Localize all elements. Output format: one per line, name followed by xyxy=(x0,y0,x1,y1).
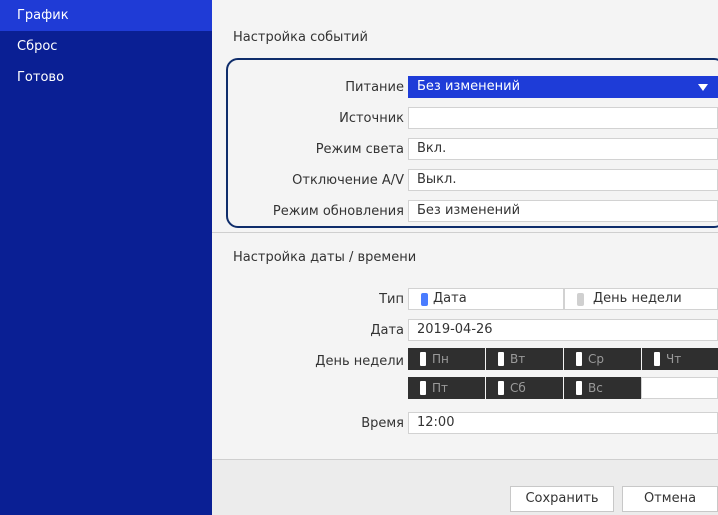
weekday-indicator-icon xyxy=(576,381,582,395)
highlight-outline xyxy=(226,58,718,228)
weekday-empty-slot xyxy=(641,377,718,399)
radio-indicator-icon xyxy=(421,293,428,306)
weekday-indicator-icon xyxy=(654,352,660,366)
weekday-indicator-icon xyxy=(498,381,504,395)
weekday-indicator-icon xyxy=(498,352,504,366)
weekday-indicator-icon xyxy=(420,352,426,366)
section-divider xyxy=(212,232,718,233)
weekday-sun-label: Вс xyxy=(588,381,603,395)
type-option-weekday[interactable]: День недели xyxy=(564,288,718,310)
cancel-button[interactable]: Отмена xyxy=(622,486,718,512)
time-field[interactable]: 12:00 xyxy=(408,412,718,434)
sidebar: График Сброс Готово xyxy=(0,0,212,515)
footer-divider xyxy=(212,459,718,460)
event-settings-title: Настройка событий xyxy=(233,30,368,45)
save-button[interactable]: Сохранить xyxy=(510,486,614,512)
weekday-fri-label: Пт xyxy=(432,381,449,395)
weekday-label: День недели xyxy=(315,354,404,369)
type-option-weekday-label: День недели xyxy=(593,291,682,306)
weekday-sat[interactable]: Сб xyxy=(486,377,563,399)
weekday-mon-label: Пн xyxy=(432,352,449,366)
weekday-wed[interactable]: Ср xyxy=(564,348,641,370)
radio-indicator-icon xyxy=(577,293,584,306)
datetime-settings-title: Настройка даты / времени xyxy=(233,250,417,265)
weekday-mon[interactable]: Пн xyxy=(408,348,485,370)
date-label: Дата xyxy=(370,323,404,338)
sidebar-item-done[interactable]: Готово xyxy=(0,62,212,93)
weekday-wed-label: Ср xyxy=(588,352,604,366)
time-label: Время xyxy=(361,416,404,431)
sidebar-item-schedule[interactable]: График xyxy=(0,0,212,31)
type-label: Тип xyxy=(379,292,404,307)
weekday-thu-label: Чт xyxy=(666,352,682,366)
weekday-fri[interactable]: Пт xyxy=(408,377,485,399)
type-option-date[interactable]: Дата xyxy=(408,288,564,310)
weekday-sat-label: Сб xyxy=(510,381,526,395)
sidebar-item-reset[interactable]: Сброс xyxy=(0,31,212,62)
weekday-indicator-icon xyxy=(576,352,582,366)
weekday-indicator-icon xyxy=(420,381,426,395)
date-field[interactable]: 2019-04-26 xyxy=(408,319,718,341)
weekday-tue-label: Вт xyxy=(510,352,526,366)
weekday-sun[interactable]: Вс xyxy=(564,377,641,399)
weekday-tue[interactable]: Вт xyxy=(486,348,563,370)
weekday-thu[interactable]: Чт xyxy=(642,348,718,370)
type-option-date-label: Дата xyxy=(433,291,467,306)
